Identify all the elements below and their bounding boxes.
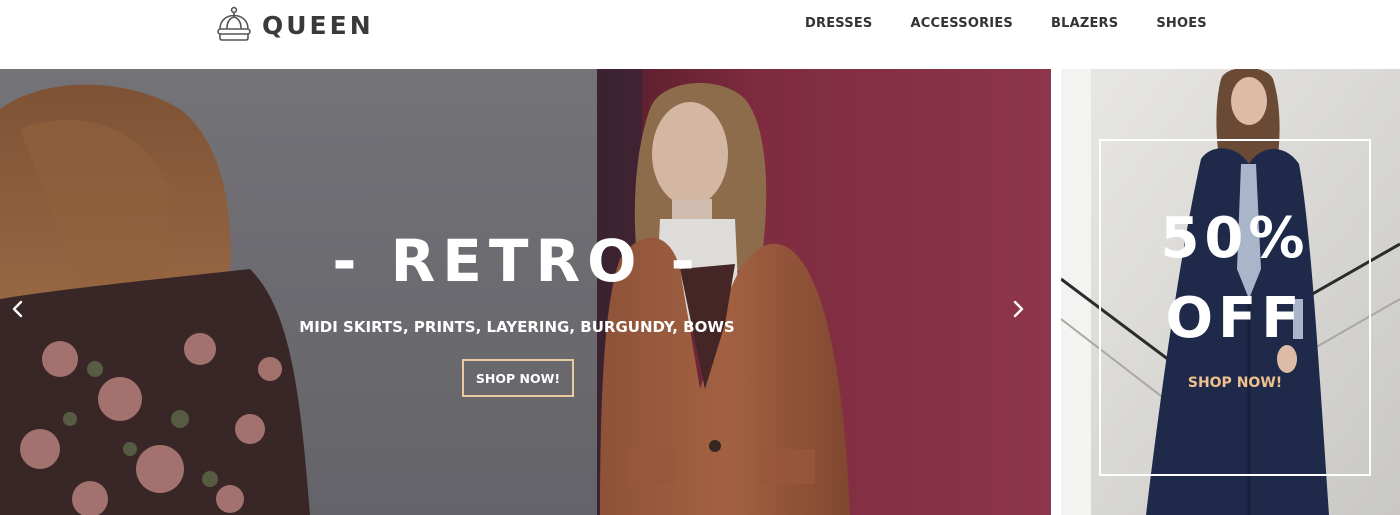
nav-item-accessories[interactable]: ACCESSORIES	[891, 15, 1032, 33]
main-nav: DRESSES ACCESSORIES BLAZERS SHOES	[786, 15, 1226, 33]
nav-item-blazers[interactable]: BLAZERS	[1032, 15, 1137, 33]
chevron-right-icon[interactable]	[1006, 297, 1030, 321]
hero-slider: - RETRO - MIDI SKIRTS, PRINTS, LAYERING,…	[0, 69, 1051, 515]
promo-discount: 50%	[1160, 206, 1310, 271]
promo-off-label: OFF	[1165, 286, 1305, 351]
hero-subtitle: MIDI SKIRTS, PRINTS, LAYERING, BURGUNDY,…	[299, 318, 735, 336]
hero-shop-now-button[interactable]: SHOP NOW!	[462, 359, 574, 397]
brand-logo[interactable]: QUEEN	[214, 5, 374, 45]
promo-shop-now-link[interactable]: SHOP NOW!	[1099, 375, 1371, 391]
brand-name: QUEEN	[262, 10, 374, 40]
hero-title: - RETRO -	[332, 227, 702, 295]
site-header: QUEEN DRESSES ACCESSORIES BLAZERS SHOES	[0, 0, 1400, 70]
promo-banner[interactable]: 50% OFF SHOP NOW!	[1061, 69, 1400, 515]
chevron-left-icon[interactable]	[6, 297, 30, 321]
nav-item-shoes[interactable]: SHOES	[1137, 15, 1226, 33]
crown-icon	[217, 6, 251, 41]
nav-item-dresses[interactable]: DRESSES	[786, 15, 891, 33]
